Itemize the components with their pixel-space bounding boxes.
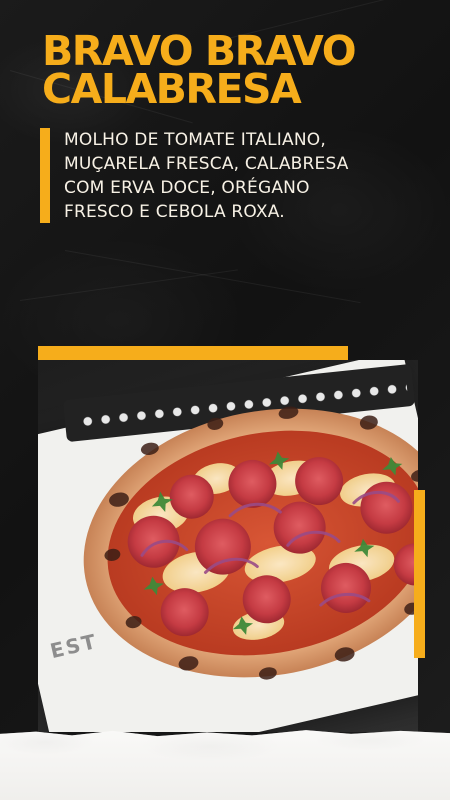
photo-accent-bar-top bbox=[38, 346, 348, 360]
description-line-3: COM ERVA DOCE, ORÉGANO bbox=[64, 178, 310, 198]
description-line-1: MOLHO DE TOMATE ITALIANO, bbox=[64, 130, 326, 150]
description-line-4: FRESCO E CEBOLA ROXA. bbox=[64, 202, 285, 222]
description-accent-bar bbox=[40, 128, 50, 223]
page-title: BRAVO BRAVO CALABRESA bbox=[42, 31, 357, 113]
photo-accent-bar-side bbox=[414, 490, 425, 658]
torn-paper-footer bbox=[0, 730, 450, 800]
description-line-2: MUÇARELA FRESCA, CALABRESA bbox=[64, 154, 349, 174]
description-text: MOLHO DE TOMATE ITALIANO, MUÇARELA FRESC… bbox=[64, 128, 419, 224]
pizza-photo: EST bbox=[38, 360, 418, 732]
title-line-2: CALABRESA bbox=[42, 65, 302, 113]
